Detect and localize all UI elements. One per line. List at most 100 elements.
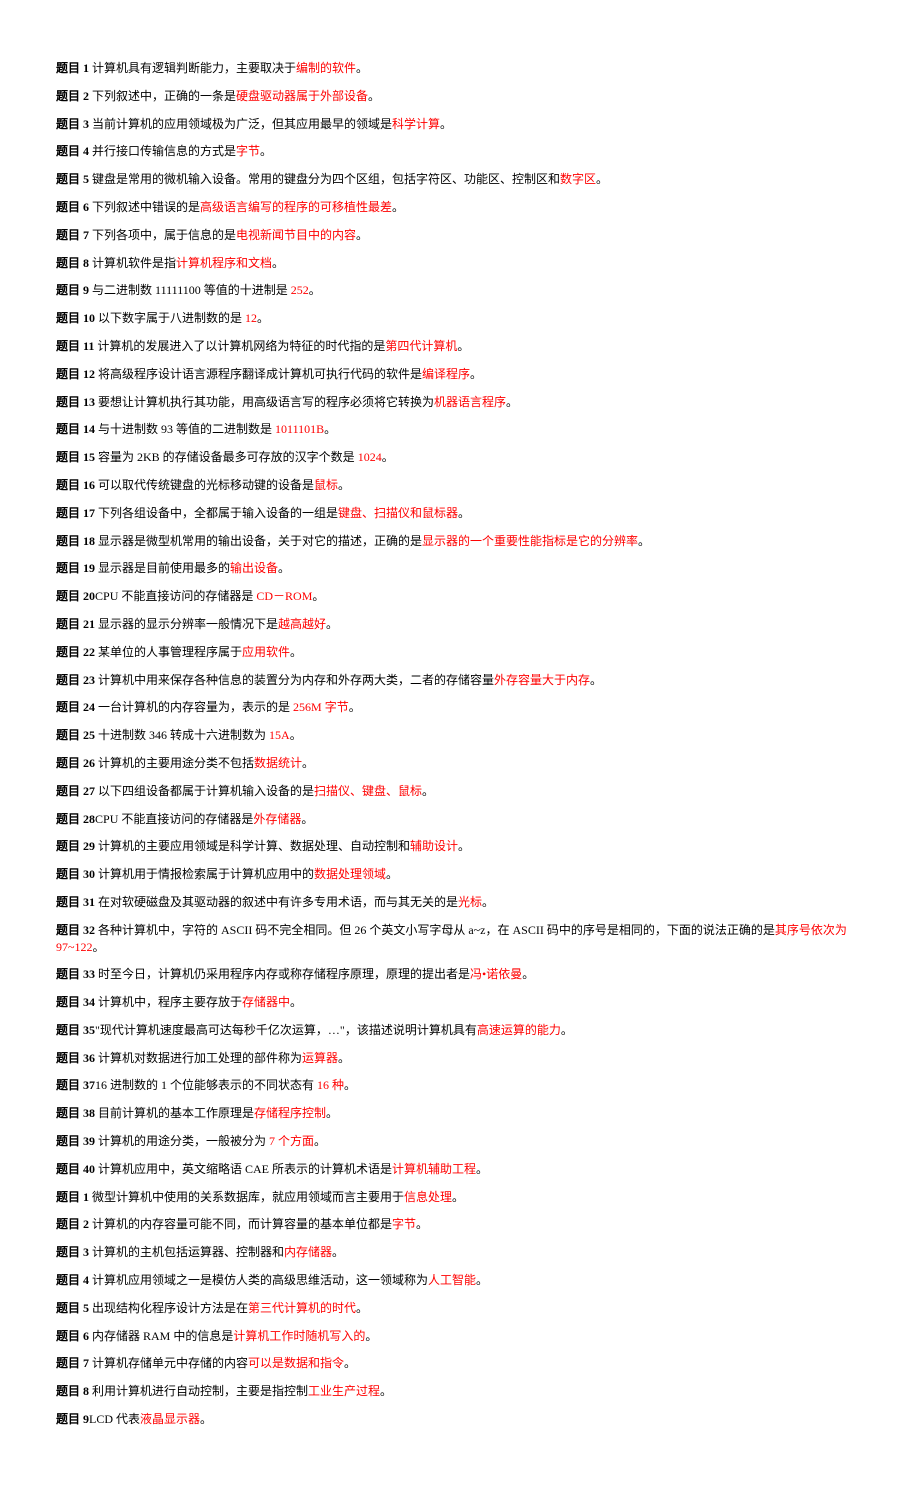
question-item: 题目 9 与二进制数 11111100 等值的十进制是 252。 (56, 282, 864, 299)
question-text-before: 计算机中，程序主要存放于 (95, 995, 242, 1009)
question-item: 题目 13 要想让计算机执行其功能，用高级语言写的程序必须将它转换为机器语言程序… (56, 394, 864, 411)
question-answer: 液晶显示器 (140, 1412, 200, 1426)
question-label: 题目 25 (56, 728, 95, 742)
question-text-after: 。 (332, 1245, 344, 1259)
question-answer: 编制的软件 (296, 61, 356, 75)
question-item: 题目 6 内存储器 RAM 中的信息是计算机工作时随机写入的。 (56, 1328, 864, 1345)
question-label: 题目 16 (56, 478, 95, 492)
question-text-after: 。 (290, 645, 302, 659)
question-item: 题目 35"现代计算机速度最高可达每秒千亿次运算，…"，该描述说明计算机具有高速… (56, 1022, 864, 1039)
question-text-before: 计算机的用途分类，一般被分为 (95, 1134, 269, 1148)
question-item: 题目 17 下列各组设备中，全都属于输入设备的一组是键盘、扫描仪和鼠标器。 (56, 505, 864, 522)
question-item: 题目 5 出现结构化程序设计方法是在第三代计算机的时代。 (56, 1300, 864, 1317)
question-text-after: 。 (522, 967, 534, 981)
question-answer: 字节 (236, 144, 260, 158)
question-list: 题目 1 计算机具有逻辑判断能力，主要取决于编制的软件。题目 2 下列叙述中，正… (56, 60, 864, 1428)
question-text-after: 。 (344, 1356, 356, 1370)
question-text-after: 。 (368, 89, 380, 103)
question-text-before: 下列各组设备中，全都属于输入设备的一组是 (95, 506, 338, 520)
question-answer: 1011101B (275, 422, 324, 436)
question-answer: 12 (245, 311, 257, 325)
question-answer: 内存储器 (284, 1245, 332, 1259)
question-text-before: 一台计算机的内存容量为，表示的是 (95, 700, 293, 714)
question-item: 题目 27 以下四组设备都属于计算机输入设备的是扫描仪、键盘、鼠标。 (56, 783, 864, 800)
question-item: 题目 1 微型计算机中使用的关系数据库，就应用领域而言主要用于信息处理。 (56, 1189, 864, 1206)
question-label: 题目 15 (56, 450, 95, 464)
question-item: 题目 1 计算机具有逻辑判断能力，主要取决于编制的软件。 (56, 60, 864, 77)
question-answer: 越高越好 (278, 617, 326, 631)
question-item: 题目 7 计算机存储单元中存储的内容可以是数据和指令。 (56, 1355, 864, 1372)
question-answer: 硬盘驱动器属于外部设备 (236, 89, 368, 103)
question-text-after: 。 (590, 673, 602, 687)
question-text-after: 。 (302, 756, 314, 770)
question-text-before: 计算机软件是指 (89, 256, 176, 270)
question-text-before: 计算机的主要用途分类不包括 (95, 756, 254, 770)
question-answer: 输出设备 (230, 561, 278, 575)
question-text-before: 显示器是微型机常用的输出设备，关于对它的描述，正确的是 (95, 534, 422, 548)
question-answer: 显示器的一个重要性能指标是它的分辨率 (422, 534, 638, 548)
question-text-after: 。 (257, 311, 269, 325)
question-answer: 机器语言程序 (434, 395, 506, 409)
question-answer: 光标 (458, 895, 482, 909)
question-text-before: 利用计算机进行自动控制，主要是指控制 (89, 1384, 308, 1398)
question-item: 题目 5 键盘是常用的微机输入设备。常用的键盘分为四个区组，包括字符区、功能区、… (56, 171, 864, 188)
question-answer: 第三代计算机的时代 (248, 1301, 356, 1315)
question-text-after: 。 (324, 422, 336, 436)
question-item: 题目 33 时至今日，计算机仍采用程序内存或称存储程序原理，原理的提出者是冯•诺… (56, 966, 864, 983)
question-item: 题目 19 显示器是目前使用最多的输出设备。 (56, 560, 864, 577)
question-text-before: 将高级程序设计语言源程序翻译成计算机可执行代码的软件是 (95, 367, 422, 381)
question-label: 题目 29 (56, 839, 95, 853)
question-text-after: 。 (506, 395, 518, 409)
question-text-before: 下列叙述中，正确的一条是 (89, 89, 236, 103)
question-text-before: 计算机存储单元中存储的内容 (89, 1356, 248, 1370)
question-label: 题目 2 (56, 89, 89, 103)
question-text-before: 以下四组设备都属于计算机输入设备的是 (95, 784, 314, 798)
question-text-after: 。 (596, 172, 608, 186)
question-text-after: 。 (349, 700, 361, 714)
question-item: 题目 2 计算机的内存容量可能不同，而计算容量的基本单位都是字节。 (56, 1216, 864, 1233)
question-text-before: 计算机用于情报检索属于计算机应用中的 (95, 867, 314, 881)
question-answer: 字节 (392, 1217, 416, 1231)
question-item: 题目 18 显示器是微型机常用的输出设备，关于对它的描述，正确的是显示器的一个重… (56, 533, 864, 550)
question-item: 题目 10 以下数字属于八进制数的是 12。 (56, 310, 864, 327)
question-answer: 编译程序 (422, 367, 470, 381)
question-item: 题目 30 计算机用于情报检索属于计算机应用中的数据处理领域。 (56, 866, 864, 883)
question-text-after: 。 (470, 367, 482, 381)
question-label: 题目 6 (56, 200, 89, 214)
question-text-before: 十进制数 346 转成十六进制数为 (95, 728, 269, 742)
question-text-after: 。 (422, 784, 434, 798)
question-text-after: 。 (561, 1023, 573, 1037)
question-label: 题目 20 (56, 589, 95, 603)
question-label: 题目 3 (56, 1245, 89, 1259)
question-answer: 人工智能 (428, 1273, 476, 1287)
question-label: 题目 28 (56, 812, 95, 826)
question-answer: 高速运算的能力 (477, 1023, 561, 1037)
question-label: 题目 9 (56, 1412, 89, 1426)
question-text-after: 。 (326, 617, 338, 631)
question-label: 题目 33 (56, 967, 95, 981)
question-label: 题目 7 (56, 228, 89, 242)
question-text-after: 。 (440, 117, 452, 131)
question-text-before: 下列叙述中错误的是 (89, 200, 200, 214)
question-item: 题目 8 计算机软件是指计算机程序和文档。 (56, 255, 864, 272)
question-text-after: 。 (272, 256, 284, 270)
question-text-after: 。 (356, 61, 368, 75)
question-answer: 电视新闻节目中的内容 (236, 228, 356, 242)
question-text-before: 当前计算机的应用领域极为广泛，但其应用最早的领域是 (89, 117, 392, 131)
question-text-before: 计算机的主机包括运算器、控制器和 (89, 1245, 284, 1259)
question-answer: 高级语言编写的程序的可移植性最差 (200, 200, 392, 214)
question-text-before: 键盘是常用的微机输入设备。常用的键盘分为四个区组，包括字符区、功能区、控制区和 (89, 172, 560, 186)
question-text-before: 内存储器 RAM 中的信息是 (89, 1329, 233, 1343)
question-answer: 计算机辅助工程 (392, 1162, 476, 1176)
question-answer: 存储程序控制 (254, 1106, 326, 1120)
question-text-before: 计算机的内存容量可能不同，而计算容量的基本单位都是 (89, 1217, 392, 1231)
question-answer: 扫描仪、键盘、鼠标 (314, 784, 422, 798)
question-item: 题目 39 计算机的用途分类，一般被分为 7 个方面。 (56, 1133, 864, 1150)
question-answer: 运算器 (302, 1051, 338, 1065)
question-text-after: 。 (476, 1273, 488, 1287)
question-label: 题目 32 (56, 923, 95, 937)
question-label: 题目 37 (56, 1078, 95, 1092)
question-text-after: 。 (290, 728, 302, 742)
question-label: 题目 38 (56, 1106, 95, 1120)
question-item: 题目 25 十进制数 346 转成十六进制数为 15A。 (56, 727, 864, 744)
